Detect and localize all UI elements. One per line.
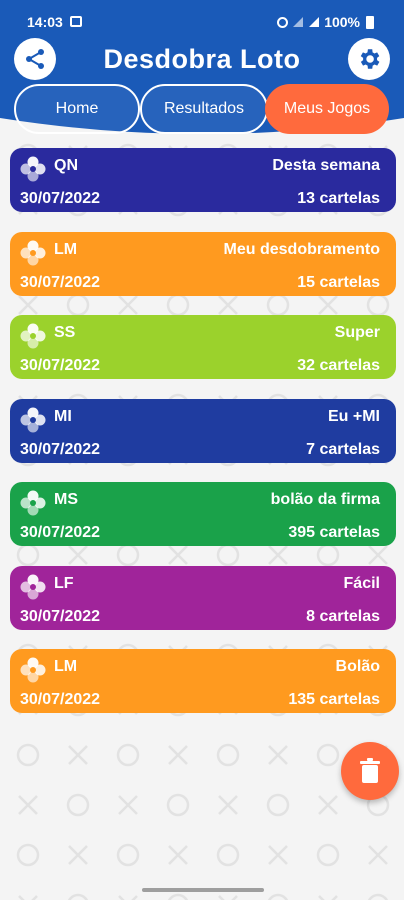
tab-meus-jogos[interactable]: Meus Jogos: [265, 84, 389, 134]
game-code: MS: [54, 491, 78, 508]
alarm-icon: [277, 16, 289, 28]
app-title: Desdobra Loto: [103, 44, 301, 74]
game-card[interactable]: QN Desta semana 30/07/2022 13 cartelas: [10, 148, 396, 212]
status-bar: 14:03 100%: [0, 0, 404, 42]
game-date: 30/07/2022: [20, 607, 101, 625]
game-code: LM: [54, 240, 78, 258]
photo-icon: [70, 16, 82, 27]
clover-logo-icon: [20, 657, 46, 683]
clover-logo-icon: [20, 407, 46, 432]
tab-home[interactable]: Home: [14, 84, 140, 134]
game-name: bolão da firma: [270, 491, 380, 508]
clover-logo-icon: [20, 574, 46, 599]
status-indicators: 100%: [277, 14, 374, 30]
game-date: 30/07/2022: [20, 691, 101, 708]
game-code: MI: [54, 407, 72, 425]
game-name: Bolão: [335, 658, 380, 675]
game-card[interactable]: MS bolão da firma 30/07/2022 395 cartela…: [10, 482, 396, 546]
game-name: Eu +MI: [327, 407, 380, 425]
game-code: LM: [54, 658, 78, 675]
game-date: 30/07/2022: [20, 440, 101, 458]
cell-signal-icon: [309, 17, 320, 27]
game-date: 30/07/2022: [20, 524, 101, 541]
game-date: 30/07/2022: [20, 357, 101, 374]
game-count: 7 cartelas: [306, 440, 380, 458]
status-time: 14:03: [27, 14, 63, 30]
gear-icon: [360, 49, 380, 69]
clover-logo-icon: [20, 323, 46, 349]
clover-logo-icon: [20, 156, 46, 182]
trash-icon: [360, 758, 380, 783]
gesture-nav-handle[interactable]: [142, 888, 264, 892]
game-count: 8 cartelas: [306, 607, 380, 625]
clover-logo-icon: [20, 240, 46, 265]
game-card[interactable]: LF Fácil 30/07/2022 8 cartelas: [10, 565, 396, 630]
game-card[interactable]: SS Super 30/07/2022 32 cartelas: [10, 315, 396, 379]
game-count: 15 cartelas: [297, 273, 380, 291]
delete-button[interactable]: [341, 742, 399, 800]
game-count: 13 cartelas: [297, 190, 380, 207]
game-card[interactable]: MI Eu +MI 30/07/2022 7 cartelas: [10, 398, 396, 463]
game-name: Meu desdobramento: [223, 240, 380, 258]
game-count: 135 cartelas: [288, 691, 380, 708]
game-name: Desta semana: [272, 157, 380, 174]
settings-button[interactable]: [348, 38, 390, 80]
games-list: QN Desta semana 30/07/2022 13 cartelas L…: [10, 148, 396, 733]
tab-resultados[interactable]: Resultados: [140, 84, 268, 134]
game-count: 32 cartelas: [297, 357, 380, 374]
game-code: QN: [54, 157, 78, 174]
clover-logo-icon: [20, 490, 46, 516]
battery-icon: [366, 15, 374, 29]
game-card[interactable]: LM Bolão 30/07/2022 135 cartelas: [10, 649, 396, 713]
game-date: 30/07/2022: [20, 190, 101, 207]
game-code: SS: [54, 324, 76, 341]
tab-bar: Home Resultados Meus Jogos: [14, 84, 390, 136]
game-card[interactable]: LM Meu desdobramento 30/07/2022 15 carte…: [10, 231, 396, 296]
game-code: LF: [54, 574, 74, 592]
wifi-signal-icon: [293, 17, 304, 27]
app-header: 14:03 100% Desdobra Loto Home Resultados…: [0, 0, 404, 150]
game-date: 30/07/2022: [20, 273, 101, 291]
game-name: Super: [334, 324, 380, 341]
battery-text: 100%: [324, 14, 360, 30]
game-name: Fácil: [343, 574, 380, 592]
game-count: 395 cartelas: [288, 524, 380, 541]
